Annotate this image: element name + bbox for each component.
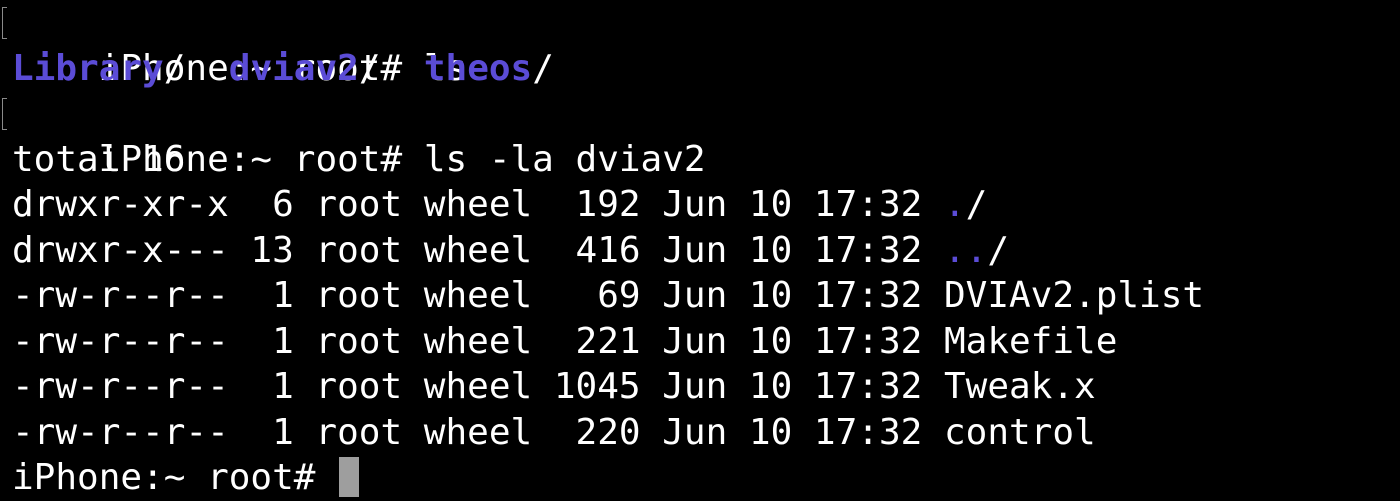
prompt: iPhone:~ root# <box>12 457 338 498</box>
row-details: drwxr-xr-x 6 root wheel 192 Jun 10 17:32 <box>12 184 944 225</box>
command-line-2: iPhone:~ root# ls -la dviav2 <box>0 91 1400 180</box>
directory-entry-library: Library <box>12 47 164 89</box>
prompt-mark <box>2 7 7 39</box>
listing-row: -rw-r--r-- 1 root wheel 1045 Jun 10 17:3… <box>0 364 1400 410</box>
dir-slash: / <box>358 47 381 89</box>
ls-output-line: Library/ dviav2/ theos/ <box>0 46 1400 92</box>
dir-slash: / <box>532 47 554 89</box>
directory-entry-dviav2: dviav2 <box>228 47 359 89</box>
dir-slash: / <box>163 47 186 89</box>
text-cursor[interactable] <box>339 457 360 497</box>
file-name: . <box>943 184 966 225</box>
command-line-1: iPhone:~ root# ls <box>0 0 1400 89</box>
file-suffix: / <box>965 184 988 225</box>
listing-row: -rw-r--r-- 1 root wheel 69 Jun 10 17:32 … <box>0 273 1400 319</box>
row-details: -rw-r--r-- 1 root wheel 220 Jun 10 17:32 <box>12 411 944 453</box>
active-prompt-line[interactable]: iPhone:~ root# <box>0 455 1400 501</box>
file-name: DVIAv2.plist <box>943 275 1205 316</box>
file-name: Tweak.x <box>943 366 1096 407</box>
row-details: -rw-r--r-- 1 root wheel 1045 Jun 10 17:3… <box>12 366 944 407</box>
listing-row: -rw-r--r-- 1 root wheel 220 Jun 10 17:32… <box>0 410 1400 456</box>
row-details: -rw-r--r-- 1 root wheel 221 Jun 10 17:32 <box>12 320 944 362</box>
file-name: Makefile <box>943 320 1118 362</box>
total-line: total 16 <box>12 138 186 180</box>
listing-row: drwxr-x--- 13 root wheel 416 Jun 10 17:3… <box>0 228 1400 274</box>
file-name: control <box>943 411 1096 453</box>
listing-row: -rw-r--r-- 1 root wheel 221 Jun 10 17:32… <box>0 319 1400 365</box>
listing-row: drwxr-xr-x 6 root wheel 192 Jun 10 17:32… <box>0 182 1400 228</box>
prompt-mark <box>2 98 7 130</box>
row-details: drwxr-x--- 13 root wheel 416 Jun 10 17:3… <box>12 229 944 271</box>
directory-entry-theos: theos <box>423 47 533 89</box>
file-suffix: / <box>987 229 1010 271</box>
terminal-window[interactable]: iPhone:~ root# ls Library/ dviav2/ theos… <box>0 0 1400 498</box>
file-name: .. <box>943 229 988 271</box>
row-details: -rw-r--r-- 1 root wheel 69 Jun 10 17:32 <box>12 275 944 316</box>
